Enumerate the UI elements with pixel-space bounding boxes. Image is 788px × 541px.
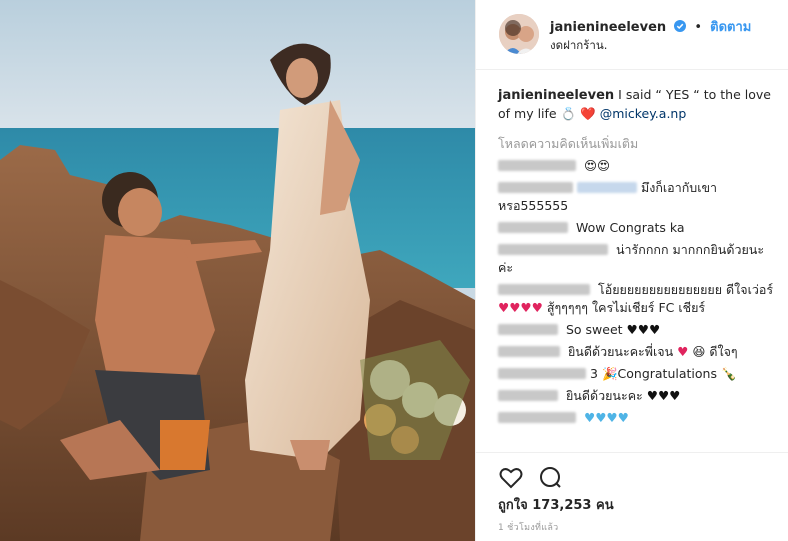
like-heart-icon[interactable]: [498, 465, 524, 491]
load-more-comments[interactable]: โหลดความคิดเห็นเพิ่มเติม: [498, 135, 778, 153]
blurred-username: [498, 244, 608, 255]
likes-prefix: ถูกใจ: [498, 498, 528, 513]
caption-username[interactable]: janienineeleven: [498, 88, 614, 103]
blurred-username: [498, 284, 590, 295]
post-timestamp: 1 ชั่วโมงที่แล้ว: [498, 523, 559, 533]
avatar[interactable]: [499, 14, 539, 54]
comment-bubble-icon[interactable]: [538, 465, 564, 491]
blurred-username: [498, 324, 558, 335]
comment-row: โอ้ยยยยยยยยยยยยยยย ดีใจเว่อร์ ♥♥♥♥ สู้ๆๆ…: [498, 281, 778, 317]
caption: janienineeleven I said “ YES “ to the lo…: [498, 86, 778, 123]
party-popper-emoji: 🎉: [601, 366, 618, 381]
header-user-line: janienineeleven • ติดตาม: [550, 16, 751, 37]
comment-row: 3 🎉Congratulations 🍾: [498, 365, 778, 383]
separator-dot: •: [694, 20, 703, 35]
comment-row: ยินดีด้วยนะคะ ♥♥♥: [498, 387, 778, 405]
comment-text: So sweet: [565, 322, 623, 337]
blurred-username: [498, 182, 573, 193]
likes-suffix: คน: [596, 498, 614, 513]
red-heart-emoji: ♥: [677, 344, 689, 359]
comment-text: โอ้ยยยยยยยยยยยยยยย ดีใจเว่อร์: [597, 282, 774, 297]
caption-emoji: 💍 ❤️: [560, 106, 596, 121]
comment-text: ดีใจๆ: [709, 344, 738, 359]
location-link[interactable]: งดฝากร้าน.: [550, 37, 607, 55]
blurred-username: [498, 160, 576, 171]
post-actions-bar: [476, 452, 788, 489]
comment-text: Wow Congrats ka: [575, 220, 685, 235]
avatar-image: [499, 14, 539, 54]
blurred-username: [498, 222, 568, 233]
proposal-photo: [0, 0, 475, 541]
laughing-emoji: 😆: [692, 344, 706, 359]
champagne-emoji: 🍾: [720, 366, 737, 381]
comment-text: ยินดีด้วยนะคะ: [565, 388, 643, 403]
post-photo[interactable]: [0, 0, 475, 541]
comments-section: janienineeleven I said “ YES “ to the lo…: [498, 86, 778, 431]
post-side-panel: janienineeleven • ติดตาม งดฝากร้าน. jani…: [475, 0, 788, 541]
black-heart-emoji: ♥♥♥: [646, 388, 681, 403]
caption-mention[interactable]: @mickey.a.np: [600, 106, 687, 121]
blurred-username: [498, 368, 586, 379]
comment-text: Congratulations: [617, 366, 717, 381]
comment-row: So sweet ♥♥♥: [498, 321, 778, 339]
likes-number: 173,253: [532, 498, 592, 513]
comment-text: ยินดีด้วยนะคะพี่เจน: [567, 344, 674, 359]
comment-row: ♥♥♥♥: [498, 409, 778, 427]
follow-button[interactable]: ติดตาม: [710, 20, 751, 35]
comment-row: มึงก็เอากับเขาหรอ555555: [498, 179, 778, 215]
red-heart-emoji: ♥♥♥♥: [498, 300, 543, 315]
comment-row: น่ารักกกก มากกกยินด้วยนะค่ะ: [498, 241, 778, 277]
comment-text: สู้ๆๆๆๆๆ ใครไม่เชียร์ FC เชียร์: [546, 300, 706, 315]
comment-row: 😍😍: [498, 157, 778, 175]
verified-badge-icon: [674, 20, 687, 32]
blurred-username: [498, 390, 558, 401]
blue-heart-emoji: ♥♥♥♥: [583, 410, 629, 425]
comment-text: 😍😍: [583, 158, 611, 173]
post-header: janienineeleven • ติดตาม งดฝากร้าน.: [476, 0, 788, 70]
header-username[interactable]: janienineeleven: [550, 20, 666, 35]
blurred-mention: [577, 182, 637, 193]
comment-row: Wow Congrats ka: [498, 219, 778, 237]
comment-text: 3: [590, 366, 598, 381]
comment-row: ยินดีด้วยนะคะพี่เจน ♥ 😆 ดีใจๆ: [498, 343, 778, 361]
black-heart-emoji: ♥♥♥: [626, 322, 661, 337]
blurred-username: [498, 412, 576, 423]
blurred-username: [498, 346, 560, 357]
likes-count[interactable]: ถูกใจ 173,253 คน: [498, 494, 614, 515]
